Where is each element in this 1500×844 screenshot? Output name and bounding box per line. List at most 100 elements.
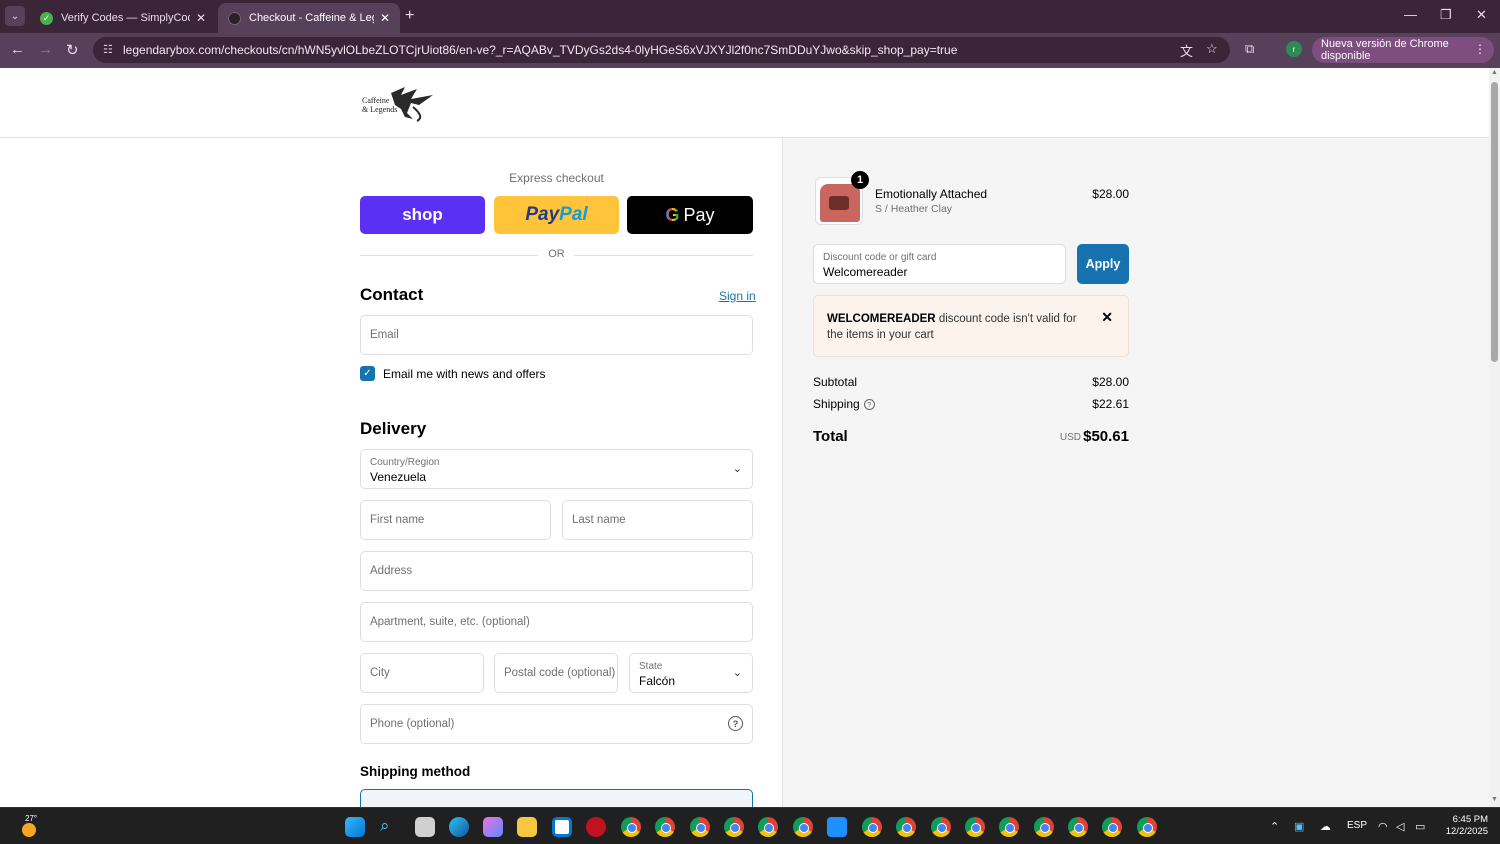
state-label: State	[639, 661, 663, 672]
tab-verify-codes[interactable]: ✓ Verify Codes — SimplyCodes ✕	[30, 3, 216, 33]
tab-checkout[interactable]: Checkout - Caffeine & Legends ✕	[218, 3, 400, 33]
tab-search-icon[interactable]: ⌄	[5, 6, 25, 26]
close-tab-icon[interactable]: ✕	[380, 11, 390, 25]
language-indicator[interactable]: ESP	[1347, 820, 1367, 831]
chrome-icon[interactable]	[1068, 817, 1088, 837]
help-question-icon[interactable]: ?	[863, 399, 875, 411]
state-select[interactable]: State Falcón ⌄	[629, 653, 753, 693]
product-price: $28.00	[1092, 187, 1129, 201]
chrome-icon[interactable]	[690, 817, 710, 837]
chrome-icon[interactable]	[965, 817, 985, 837]
shop-pay-label: shop	[402, 205, 443, 224]
shop-pay-button[interactable]: shop	[360, 196, 485, 234]
sign-in-link[interactable]: Sign in	[719, 289, 756, 303]
chrome-icon[interactable]	[621, 817, 641, 837]
shipping-method-heading: Shipping method	[360, 764, 471, 779]
copilot-icon[interactable]	[483, 817, 503, 837]
paypal-button[interactable]: Pay Pal	[494, 196, 619, 234]
chrome-icon[interactable]	[1034, 817, 1054, 837]
chrome-icon[interactable]	[862, 817, 882, 837]
browser-tab-strip: ⌄ ✓ Verify Codes — SimplyCodes ✕ Checkou…	[0, 0, 1500, 33]
volume-icon[interactable]: ◁	[1396, 820, 1404, 833]
reload-icon[interactable]: ↻	[66, 41, 79, 59]
page-scrollbar[interactable]: ▲ ▼	[1489, 68, 1500, 807]
chrome-icon[interactable]	[1137, 817, 1157, 837]
subtotal-value: $28.00	[1092, 375, 1129, 389]
close-tab-icon[interactable]: ✕	[196, 11, 206, 25]
city-field[interactable]: City	[360, 653, 484, 693]
antivirus-icon[interactable]	[586, 817, 606, 837]
chrome-icon[interactable]	[655, 817, 675, 837]
first-name-field[interactable]: First name	[360, 500, 551, 540]
chrome-icon[interactable]	[999, 817, 1019, 837]
minimize-icon[interactable]: —	[1404, 7, 1417, 22]
caffeine-legends-logo[interactable]: Caffeine & Legends	[361, 83, 441, 123]
address-placeholder: Address	[370, 565, 413, 577]
chrome-icon[interactable]	[793, 817, 813, 837]
chrome-update-button[interactable]: Nueva versión de Chrome disponible ⋮	[1312, 37, 1494, 63]
update-label: Nueva versión de Chrome disponible	[1321, 38, 1449, 62]
forward-arrow-icon[interactable]: →	[38, 41, 53, 58]
product-variant: S / Heather Clay	[875, 203, 953, 215]
windows-start-icon[interactable]	[345, 817, 365, 837]
country-label: Country/Region	[370, 457, 440, 468]
scroll-thumb[interactable]	[1491, 82, 1498, 362]
tab-title: Verify Codes — SimplyCodes	[61, 12, 190, 24]
google-g-icon: G	[665, 204, 680, 225]
phone-placeholder: Phone (optional)	[370, 718, 455, 730]
apply-button[interactable]: Apply	[1077, 244, 1129, 284]
total-row: Total USD $50.61	[813, 428, 1129, 446]
chrome-icon[interactable]	[758, 817, 778, 837]
new-tab-plus-icon[interactable]: +	[405, 7, 414, 25]
bookmark-star-icon[interactable]: ☆	[1206, 41, 1218, 57]
last-name-field[interactable]: Last name	[562, 500, 753, 540]
battery-icon[interactable]: ▭	[1415, 820, 1425, 833]
discount-code-field[interactable]: Discount code or gift card Welcomereader	[813, 244, 1066, 284]
close-window-icon[interactable]: ✕	[1476, 7, 1487, 23]
edge-icon[interactable]	[449, 817, 469, 837]
tray-app-icon[interactable]: ▣	[1294, 820, 1304, 833]
phone-field[interactable]: Phone (optional) ?	[360, 704, 753, 744]
discount-error-message: WELCOMEREADER discount code isn't valid …	[827, 311, 1089, 343]
weather-widget[interactable]: 27°	[16, 814, 40, 838]
postal-code-field[interactable]: Postal code (optional)	[494, 653, 618, 693]
system-clock[interactable]: 6:45 PM 12/2/2025	[1440, 814, 1488, 838]
onedrive-cloud-icon[interactable]: ☁	[1320, 820, 1331, 833]
close-icon[interactable]: ✕	[1101, 309, 1113, 326]
country-select[interactable]: Country/Region Venezuela ⌄	[360, 449, 753, 489]
help-question-icon[interactable]: ?	[728, 716, 743, 731]
app-icon[interactable]	[827, 817, 847, 837]
chrome-icon[interactable]	[931, 817, 951, 837]
kebab-menu-icon[interactable]: ⋮	[1474, 42, 1486, 56]
apartment-field[interactable]: Apartment, suite, etc. (optional)	[360, 602, 753, 642]
profile-avatar[interactable]: r	[1286, 41, 1302, 57]
wifi-icon[interactable]: ◠	[1378, 820, 1388, 833]
address-field[interactable]: Address	[360, 551, 753, 591]
back-arrow-icon[interactable]: ←	[10, 41, 25, 58]
extensions-puzzle-icon[interactable]: ⧉	[1245, 41, 1254, 57]
postal-code-placeholder: Postal code (optional)	[504, 667, 616, 679]
translate-icon[interactable]: ⽂	[1180, 41, 1193, 60]
tray-chevron-up-icon[interactable]: ⌃	[1270, 820, 1279, 833]
or-label: OR	[548, 248, 565, 260]
state-value: Falcón	[639, 674, 676, 688]
chrome-icon[interactable]	[724, 817, 744, 837]
email-opt-in-row[interactable]: ✓ Email me with news and offers	[360, 366, 546, 381]
file-explorer-icon[interactable]	[517, 817, 537, 837]
checkbox-checked-icon[interactable]: ✓	[360, 366, 375, 381]
site-info-icon[interactable]: ☷	[103, 43, 113, 56]
chrome-icon[interactable]	[896, 817, 916, 837]
task-view-icon[interactable]	[415, 817, 435, 837]
sun-icon	[22, 823, 36, 837]
shipping-option[interactable]	[360, 789, 753, 807]
scroll-down-icon[interactable]: ▼	[1491, 796, 1498, 803]
store-icon[interactable]	[552, 817, 572, 837]
restore-icon[interactable]: ❐	[1440, 7, 1452, 23]
search-icon[interactable]: ⌕	[380, 817, 400, 837]
google-pay-label: Pay	[683, 204, 715, 225]
address-bar[interactable]: ☷ legendarybox.com/checkouts/cn/hWN5yvlO…	[93, 37, 1230, 63]
email-field[interactable]: Email	[360, 315, 753, 355]
google-pay-button[interactable]: G Pay	[627, 196, 753, 234]
chrome-icon[interactable]	[1102, 817, 1122, 837]
scroll-up-icon[interactable]: ▲	[1491, 69, 1498, 76]
